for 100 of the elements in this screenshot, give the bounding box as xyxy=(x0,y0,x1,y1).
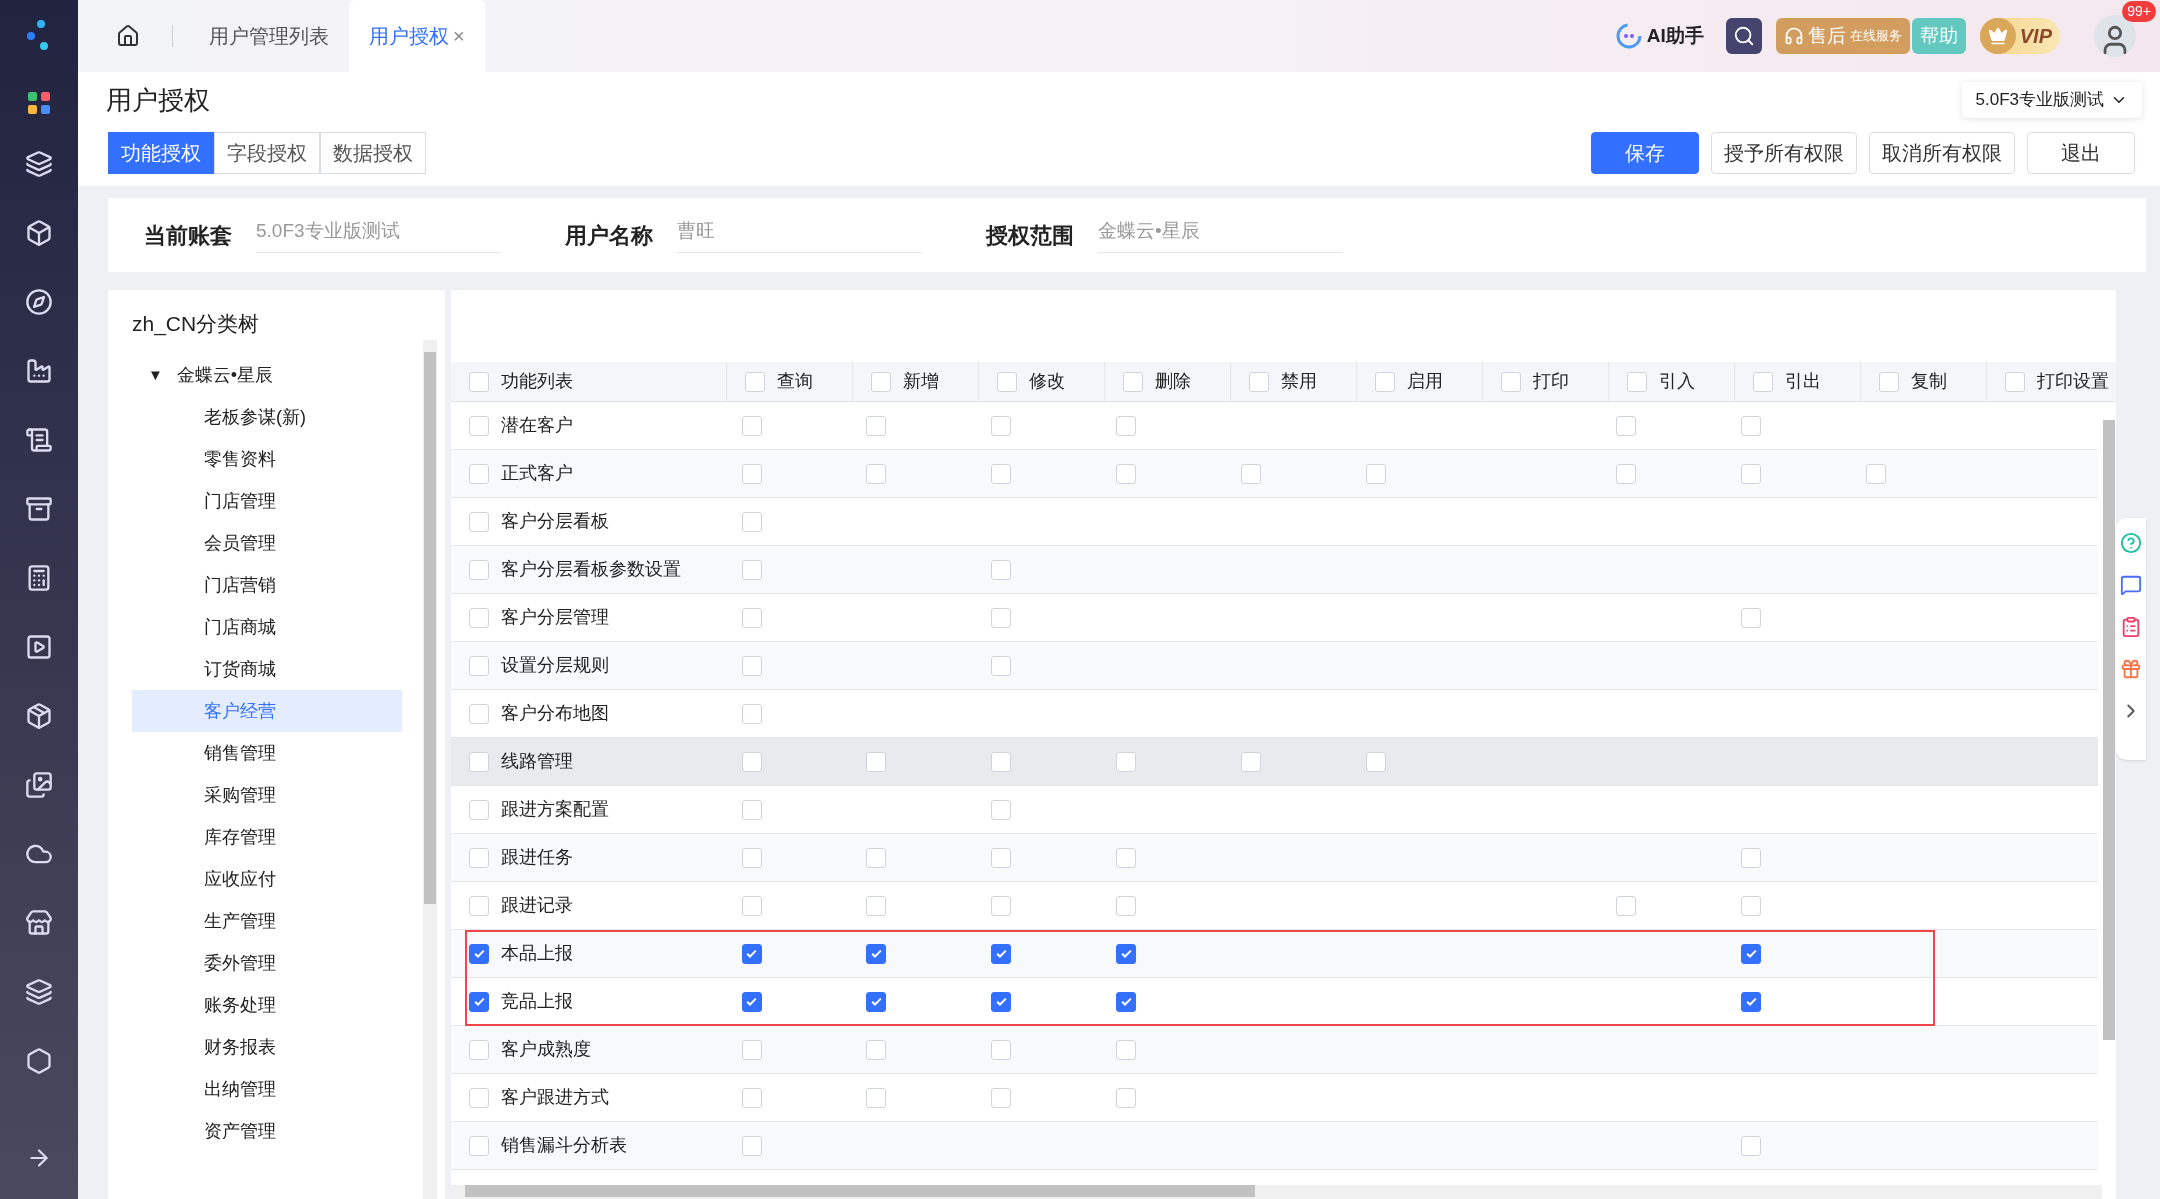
tree-node[interactable]: 采购管理 xyxy=(132,774,402,816)
tree-node[interactable]: 生产管理 xyxy=(132,900,402,942)
nav-module-icon[interactable] xyxy=(25,219,53,247)
tree-node[interactable]: 财务报表 xyxy=(132,1026,402,1068)
tree-node[interactable]: 出纳管理 xyxy=(132,1068,402,1110)
column-checkbox[interactable] xyxy=(997,371,1017,392)
function-name: 线路管理 xyxy=(501,750,573,773)
horizontal-scrollbar[interactable] xyxy=(451,1185,2102,1199)
header-cell: 功能列表 xyxy=(451,368,726,395)
clipboard-icon[interactable] xyxy=(2120,616,2142,638)
action-button[interactable]: 保存 xyxy=(1591,132,1699,174)
nav-module-icon[interactable] xyxy=(25,357,53,385)
header-cell: 复制 xyxy=(1860,362,1986,401)
tree-node[interactable]: 门店营销 xyxy=(132,564,402,606)
tree-node[interactable]: 库存管理 xyxy=(132,816,402,858)
row-checkbox[interactable] xyxy=(469,943,489,964)
function-name: 客户分层看板 xyxy=(501,510,609,533)
search-button[interactable] xyxy=(1725,18,1762,54)
nav-module-icon[interactable] xyxy=(25,426,53,454)
nav-module-icon[interactable] xyxy=(25,978,53,1006)
checkbox[interactable] xyxy=(866,991,887,1012)
checkbox[interactable] xyxy=(991,943,1012,964)
check-icon xyxy=(745,995,758,1008)
nav-module-icon[interactable] xyxy=(25,495,53,523)
header-cell: 启用 xyxy=(1356,362,1482,401)
column-checkbox[interactable] xyxy=(1879,371,1899,392)
account-select[interactable]: 5.0F3专业版测试 xyxy=(1961,82,2142,118)
tree-node[interactable]: 资产管理 xyxy=(132,1110,402,1152)
nav-module-icon[interactable] xyxy=(25,771,53,799)
home-icon[interactable] xyxy=(116,24,140,48)
tree-scrollbar[interactable] xyxy=(423,340,437,1199)
function-tab[interactable]: 功能授权 xyxy=(108,132,214,174)
column-checkbox[interactable] xyxy=(1123,371,1143,392)
checkbox[interactable] xyxy=(991,991,1012,1012)
column-checkbox[interactable] xyxy=(745,371,765,392)
tree-node[interactable]: 账务处理 xyxy=(132,984,402,1026)
tree-node[interactable]: 门店商城 xyxy=(132,606,402,648)
function-tab[interactable]: 字段授权 xyxy=(214,132,320,174)
column-checkbox[interactable] xyxy=(2005,371,2025,392)
checkbox[interactable] xyxy=(1116,943,1137,964)
tree-node[interactable]: 会员管理 xyxy=(132,522,402,564)
crown-icon xyxy=(1979,18,2016,54)
checkbox[interactable] xyxy=(741,943,762,964)
row-checkbox[interactable] xyxy=(469,991,489,1012)
tree-node[interactable]: 应收应付 xyxy=(132,858,402,900)
function-name: 客户分层管理 xyxy=(501,606,609,629)
tree-node[interactable]: 老板参谋(新) xyxy=(132,396,402,438)
column-checkbox[interactable] xyxy=(1753,371,1773,392)
select-all-checkbox[interactable] xyxy=(469,371,489,392)
column-checkbox[interactable] xyxy=(1627,371,1647,392)
check-icon xyxy=(472,995,486,1008)
nav-module-icon[interactable] xyxy=(25,909,53,937)
avatar[interactable] xyxy=(2094,15,2136,57)
tree-node[interactable]: 门店管理 xyxy=(132,480,402,522)
tree-node[interactable]: 金蝶云•星辰 xyxy=(176,361,274,389)
column-checkbox[interactable] xyxy=(1249,371,1269,392)
checkbox[interactable] xyxy=(1116,991,1137,1012)
assistant-logo-icon xyxy=(1614,22,1643,50)
action-button[interactable]: 取消所有权限 xyxy=(1869,132,2015,174)
action-button[interactable]: 退出 xyxy=(2027,132,2135,174)
function-name: 设置分层规则 xyxy=(501,654,609,677)
checkbox[interactable] xyxy=(866,943,887,964)
apps-icon[interactable] xyxy=(26,90,52,116)
close-tab-button[interactable]: × xyxy=(453,21,465,51)
question-icon[interactable] xyxy=(2120,532,2142,554)
page-tab[interactable]: 用户授权 × xyxy=(349,0,485,72)
nav-module-icon[interactable] xyxy=(25,288,53,316)
checkbox[interactable] xyxy=(1741,943,1762,964)
tree-node[interactable]: 委外管理 xyxy=(132,942,402,984)
checkbox[interactable] xyxy=(741,991,762,1012)
header-cell: 修改 xyxy=(978,362,1104,401)
tree-node[interactable]: 销售管理 xyxy=(132,732,402,774)
chat-icon[interactable] xyxy=(2120,574,2142,596)
checkbox[interactable] xyxy=(1741,991,1762,1012)
header-cell: 引出 xyxy=(1734,362,1860,401)
function-tab[interactable]: 数据授权 xyxy=(320,132,426,174)
nav-module-icon[interactable] xyxy=(25,1047,53,1075)
nav-module-icon[interactable] xyxy=(25,633,53,661)
column-checkbox[interactable] xyxy=(1375,371,1395,392)
gift-icon[interactable] xyxy=(2120,658,2142,680)
check-icon xyxy=(869,995,883,1008)
nav-module-icon[interactable] xyxy=(25,150,53,178)
tree-node[interactable]: 零售资料 xyxy=(132,438,402,480)
action-button[interactable]: 授予所有权限 xyxy=(1711,132,1857,174)
vip-button[interactable]: VIP xyxy=(1979,18,2060,54)
column-checkbox[interactable] xyxy=(1501,371,1521,392)
tree-node[interactable]: 客户经营 xyxy=(132,690,402,732)
column-checkbox[interactable] xyxy=(871,371,891,392)
tree-toggle[interactable]: ▼ xyxy=(148,363,163,387)
header-cell: 引入 xyxy=(1608,362,1734,401)
tree-node[interactable]: 订货商城 xyxy=(132,648,402,690)
ai-assistant-link[interactable]: AI助手 xyxy=(1646,21,1704,51)
tree-title: zh_CN分类树 xyxy=(132,311,261,338)
page-tab[interactable]: 用户管理列表 xyxy=(189,0,349,72)
nav-module-icon[interactable] xyxy=(25,702,53,730)
header-cell: 查询 xyxy=(726,362,852,401)
function-name: 本品上报 xyxy=(501,942,573,965)
read-only-field: 曹旺 xyxy=(677,217,922,253)
read-only-field: 5.0F3专业版测试 xyxy=(256,217,501,253)
function-name: 客户分布地图 xyxy=(501,702,609,725)
